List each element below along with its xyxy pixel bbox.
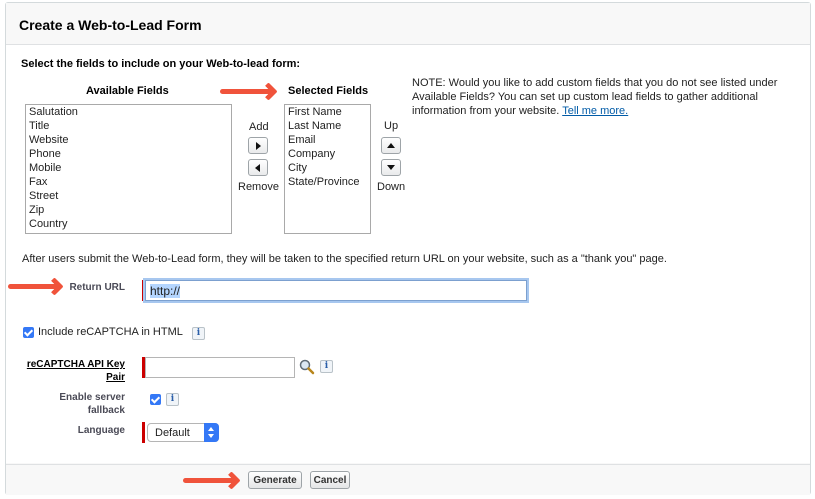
list-item[interactable]: Salutation xyxy=(26,105,231,119)
web-to-lead-panel: Create a Web-to-Lead Form Select the fie… xyxy=(5,2,811,495)
list-item[interactable]: Fax xyxy=(26,175,231,189)
annotation-arrow-return-url xyxy=(8,277,68,297)
triangle-down-icon xyxy=(387,165,395,170)
required-indicator xyxy=(142,422,145,443)
selected-fields-heading: Selected Fields xyxy=(288,85,369,97)
triangle-up-icon xyxy=(387,143,395,148)
add-button[interactable] xyxy=(248,137,268,154)
selected-fields-list[interactable]: First Name Last Name Email Company City State… xyxy=(284,104,371,234)
remove-label: Remove xyxy=(238,181,279,193)
panel-header: Create a Web-to-Lead Form xyxy=(6,3,810,45)
list-item[interactable]: Email xyxy=(285,133,370,147)
available-fields-list[interactable]: Salutation Title Website Phone Mobile Fax Stre… xyxy=(25,104,232,234)
tell-me-more-link[interactable]: Tell me more. xyxy=(562,105,628,117)
list-item[interactable]: Website xyxy=(26,133,231,147)
info-icon[interactable]: i xyxy=(320,360,333,373)
triangle-left-icon xyxy=(255,164,260,172)
remove-button[interactable] xyxy=(248,159,268,176)
info-icon[interactable]: i xyxy=(192,327,205,340)
down-button[interactable] xyxy=(381,159,401,176)
annotation-arrow-selected-fields xyxy=(218,82,283,102)
updown-chevron-icon xyxy=(204,423,219,442)
list-item[interactable]: State/Province xyxy=(285,175,370,189)
api-key-label[interactable]: reCAPTCHA API Key Pair xyxy=(11,358,125,384)
server-fallback-label-line2: fallback xyxy=(87,405,125,416)
cancel-button[interactable]: Cancel xyxy=(310,471,350,489)
custom-fields-note: NOTE: Would you like to add custom field… xyxy=(412,76,797,118)
magnifier-icon[interactable] xyxy=(298,358,315,375)
page-title: Create a Web-to-Lead Form xyxy=(19,17,202,33)
down-label: Down xyxy=(377,181,406,193)
available-fields-heading: Available Fields xyxy=(86,85,169,97)
api-key-label-line1: reCAPTCHA API Key xyxy=(26,359,125,370)
language-value: Default xyxy=(155,427,190,439)
server-fallback-checkbox[interactable] xyxy=(150,394,161,405)
up-button[interactable] xyxy=(381,137,401,154)
list-item[interactable]: Last Name xyxy=(285,119,370,133)
annotation-arrow-generate xyxy=(183,471,243,491)
list-item[interactable]: First Name xyxy=(285,105,370,119)
list-item[interactable]: Company xyxy=(285,147,370,161)
panel-footer: Generate Cancel xyxy=(6,464,810,495)
api-key-input[interactable] xyxy=(145,357,295,378)
list-item[interactable]: Title xyxy=(26,119,231,133)
panel-body: Select the fields to include on your Web… xyxy=(6,45,810,463)
include-recaptcha-label: Include reCAPTCHA in HTML xyxy=(38,326,183,338)
info-icon[interactable]: i xyxy=(166,393,179,406)
api-key-label-line2: Pair xyxy=(106,372,125,383)
list-item[interactable]: Street xyxy=(26,189,231,203)
list-item[interactable]: Phone xyxy=(26,147,231,161)
list-item[interactable]: Mobile xyxy=(26,161,231,175)
language-select[interactable]: Default xyxy=(147,423,219,442)
language-label: Language xyxy=(77,425,125,436)
up-label: Up xyxy=(384,120,399,132)
list-item[interactable]: Zip xyxy=(26,203,231,217)
return-url-info: After users submit the Web-to-Lead form,… xyxy=(22,253,667,265)
generate-button[interactable]: Generate xyxy=(248,471,302,489)
return-url-value: http:// xyxy=(150,284,181,298)
list-item[interactable]: Country xyxy=(26,217,231,231)
server-fallback-label: Enable server fallback xyxy=(26,391,125,417)
list-item[interactable]: City xyxy=(285,161,370,175)
add-label: Add xyxy=(249,121,269,133)
include-recaptcha-checkbox[interactable] xyxy=(23,327,34,338)
return-url-input[interactable]: http:// xyxy=(145,280,527,301)
field-selection-instruction: Select the fields to include on your Web… xyxy=(21,58,301,70)
server-fallback-label-line1: Enable server xyxy=(59,392,125,403)
triangle-right-icon xyxy=(256,142,261,150)
